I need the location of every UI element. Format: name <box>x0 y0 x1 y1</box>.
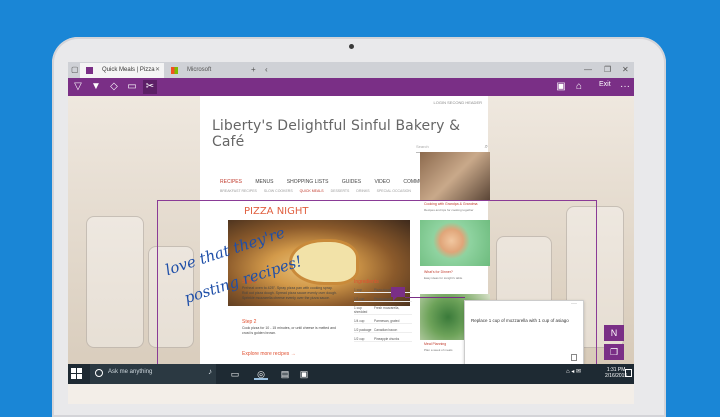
webcam <box>349 44 354 49</box>
clock[interactable]: 1:31 PM 2/16/2015 <box>605 367 627 379</box>
add-note-icon[interactable]: ▭ <box>125 80 139 94</box>
more-icon[interactable]: ··· <box>618 80 632 94</box>
eraser-icon[interactable]: ◇ <box>107 80 121 94</box>
jar-image <box>86 216 144 348</box>
close-tab-icon[interactable]: ✕ <box>155 63 160 78</box>
tab-quick-meals[interactable]: Quick Meals | Pizza Night ✕ <box>80 63 164 88</box>
store-icon[interactable]: ▣ <box>297 368 311 380</box>
restore-button[interactable]: ❐ <box>604 62 611 78</box>
clip-icon[interactable]: ✂ <box>143 80 157 94</box>
share-icon[interactable]: ⌂ <box>572 80 586 94</box>
close-window-button[interactable]: ✕ <box>622 62 629 78</box>
task-view-icon[interactable]: ▭ <box>228 368 242 380</box>
browser-icon[interactable]: ◎ <box>254 368 268 380</box>
cortana-icon <box>95 369 103 377</box>
kitchen-photo <box>420 152 490 200</box>
date: 2/16/2015 <box>605 373 628 379</box>
back-button[interactable]: ‹ <box>265 62 268 78</box>
taskbar: Ask me anything ♪ ▭ ◎ ▤ ▣ ⌂ ◂ ✉ 1:31 PM … <box>68 364 634 384</box>
note-connector <box>405 297 465 298</box>
search-placeholder: Ask me anything <box>108 369 153 375</box>
note-menu-icon[interactable]: ··· <box>571 301 577 307</box>
cortana-search[interactable]: Ask me anything ♪ <box>90 364 216 384</box>
exit-button[interactable]: Exit <box>599 81 611 88</box>
save-icon[interactable]: ▣ <box>554 80 568 94</box>
tab-preview-icon[interactable]: ▢ <box>71 62 79 78</box>
web-note-toolbar: ▽ ▼ ◇ ▭ ✂ ▣ ⌂ Exit ··· <box>68 78 634 96</box>
pen-icon[interactable]: ▽ <box>71 80 85 94</box>
comment-icon[interactable] <box>391 287 405 301</box>
tab-label: Microsoft <box>187 67 212 73</box>
note-text[interactable]: Replace 1 cup of mozzarella with 1 cup o… <box>471 318 581 323</box>
file-explorer-icon[interactable]: ▤ <box>278 368 292 380</box>
microsoft-favicon-icon <box>171 67 178 74</box>
web-note[interactable]: ··· Replace 1 cup of mozzarella with 1 c… <box>464 300 584 366</box>
reading-list-icon[interactable]: ❐ <box>604 344 624 360</box>
onenote-icon[interactable]: N <box>604 325 624 341</box>
system-tray[interactable]: ⌂ ◂ ✉ <box>566 368 581 375</box>
delete-note-icon[interactable] <box>571 354 577 361</box>
start-button[interactable] <box>71 368 83 380</box>
tab-microsoft[interactable]: Microsoft <box>165 63 245 78</box>
tab-bar: ▢ Quick Meals | Pizza Night ✕ Microsoft … <box>68 62 634 88</box>
microphone-icon[interactable]: ♪ <box>208 367 212 376</box>
notifications-icon[interactable] <box>625 369 632 377</box>
minimize-button[interactable]: — <box>584 62 592 78</box>
new-tab-button[interactable]: + <box>251 62 256 78</box>
highlighter-icon[interactable]: ▼ <box>89 80 103 94</box>
favicon-icon <box>86 67 93 74</box>
